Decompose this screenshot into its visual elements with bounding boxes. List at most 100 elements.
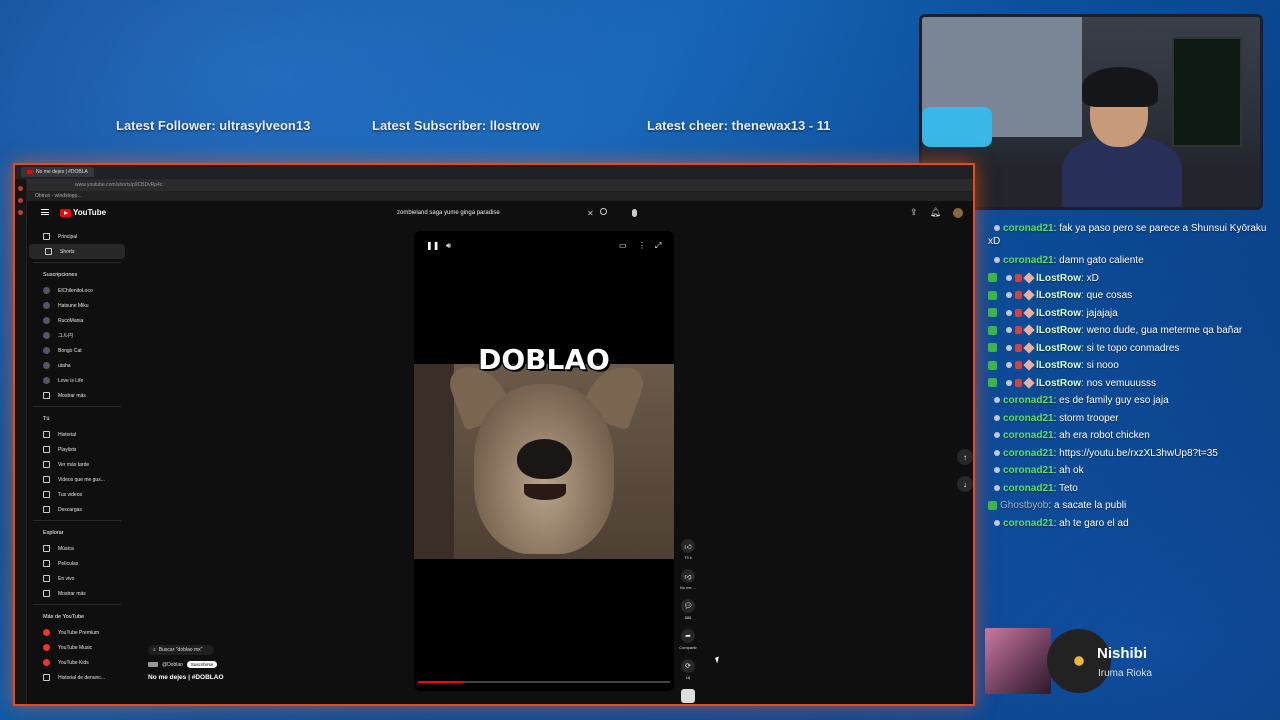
sidebar-item-subscription[interactable]: Bongo Cat [27, 343, 127, 358]
chat-username[interactable]: lLostRow [1036, 360, 1081, 371]
sidebar-section-explore[interactable]: Explorar [27, 525, 127, 541]
remix-icon[interactable]: ⟳ [681, 659, 695, 673]
channel-name[interactable]: @Doblao [162, 662, 183, 668]
chat-username[interactable]: coronad21 [1003, 448, 1054, 459]
sidebar-app-icon[interactable] [18, 210, 23, 215]
menu-icon[interactable] [41, 209, 49, 215]
sidebar-item-you[interactable]: Videos que me gus... [27, 472, 127, 487]
sidebar-item-you[interactable]: Descargas [27, 502, 127, 517]
microphone-icon[interactable] [632, 209, 637, 217]
chat-username[interactable]: lLostRow [1036, 290, 1081, 301]
chat-username[interactable]: coronad21 [1003, 255, 1054, 266]
sidebar-item-more[interactable]: YouTube Premium [27, 625, 127, 640]
sidebar-item-more[interactable]: Historial de denunc... [27, 670, 127, 685]
share-icon[interactable]: ➦ [681, 629, 695, 643]
verified-badge-icon [988, 343, 997, 353]
sidebar-item-subscription[interactable]: ユル円 [27, 328, 127, 343]
sound-thumbnail[interactable] [681, 689, 695, 703]
verified-badge-icon [988, 308, 997, 318]
sidebar-item-explore[interactable]: Mostrar más [27, 586, 127, 601]
fullscreen-icon[interactable]: ⤢ [655, 241, 661, 251]
captions-icon[interactable]: ▭ [619, 241, 627, 250]
sidebar-item-more[interactable]: YouTube Kids [27, 655, 127, 670]
more-options-icon[interactable]: ⋮ [638, 241, 646, 250]
sidebar-item-you[interactable]: Tus videos [27, 487, 127, 502]
sidebar-item-explore[interactable]: Películas [27, 556, 127, 571]
chat-username[interactable]: lLostRow [1036, 308, 1081, 319]
volume-icon[interactable]: 🔊︎ [446, 241, 451, 251]
search-icon[interactable] [600, 208, 607, 215]
channel-avatar[interactable] [148, 662, 158, 667]
pause-icon[interactable]: ❚❚ [426, 241, 439, 250]
notifications-icon[interactable]: 🔔︎ [930, 207, 941, 218]
subscribe-button[interactable]: Suscribirse [186, 661, 218, 668]
sidebar-item-subscription[interactable]: utaha [27, 358, 127, 373]
chat-username[interactable]: coronad21 [1003, 518, 1054, 529]
chat-text: https://youtu.be/rxzXL3hwUp8?t=35 [1059, 447, 1218, 459]
sidebar-section-you[interactable]: Tú [27, 411, 127, 427]
sidebar-item-you[interactable]: Ver más tarde [27, 457, 127, 472]
avatar[interactable] [953, 207, 963, 218]
chat-badge-icon [994, 397, 1000, 404]
sidebar-item-subscription[interactable]: ElChilenitoLoco [27, 283, 127, 298]
comments-icon[interactable]: 💬︎ [681, 599, 695, 613]
chat-username[interactable]: lLostRow [1036, 343, 1081, 354]
sidebar-item-subscription[interactable]: Hatsune Miku [27, 298, 127, 313]
next-short-icon[interactable]: ↓ [957, 476, 973, 492]
chat-username[interactable]: coronad21 [1003, 465, 1054, 476]
chat-username[interactable]: lLostRow [1036, 325, 1081, 336]
sidebar-item-1[interactable]: Shorts [29, 244, 125, 259]
like-icon[interactable]: 👍︎ [681, 539, 695, 553]
sidebar-item-you[interactable]: Playlists [27, 442, 127, 457]
video-progress-bar[interactable] [418, 681, 670, 683]
browser-tab[interactable]: No me dejes | #DOBLA [21, 167, 94, 177]
previous-short-icon[interactable]: ↑ [957, 449, 973, 465]
sidebar-app-icon[interactable] [18, 198, 23, 203]
chat-message: coronad21: ah era robot chicken [988, 427, 1268, 445]
chat-username[interactable]: coronad21 [1003, 413, 1054, 424]
shorts-player[interactable]: ❚❚ 🔊︎ ▭ ⋮ ⤢ DOBLAO [414, 231, 674, 691]
search-input[interactable]: zombieland saga yume ginga paradise ✕ [397, 207, 607, 219]
guitar-badge-icon [1015, 291, 1022, 300]
chat-username[interactable]: coronad21 [1003, 483, 1054, 494]
diamond-badge-icon [1023, 307, 1035, 319]
upload-icon[interactable]: ⇪ [910, 207, 918, 218]
chat-text: damn gato caliente [1059, 255, 1144, 266]
chat-username[interactable]: Ghostbyob [1000, 500, 1048, 511]
chat-username[interactable]: coronad21 [1003, 395, 1054, 406]
sidebar-subscription-icon [43, 302, 50, 309]
chat-username[interactable]: lLostRow [1036, 378, 1081, 389]
sidebar-item-subscription[interactable]: Love is Life [27, 373, 127, 388]
bookmark-item[interactable]: Obtrun - windstopp... [35, 193, 81, 199]
chat-badge-icon [994, 484, 1000, 491]
sidebar-item-subscription[interactable]: Mostrar más [27, 388, 127, 403]
sidebar-item-explore[interactable]: Música [27, 541, 127, 556]
sidebar-item-0[interactable]: Principal [27, 229, 127, 244]
chat-username[interactable]: coronad21 [1003, 223, 1054, 234]
dislike-icon[interactable]: 👎︎ [681, 569, 695, 583]
sidebar-section-more[interactable]: Más de YouTube [27, 609, 127, 625]
sidebar-you-icon [43, 476, 50, 483]
shorts-navigation: ↑ ↓ [957, 449, 973, 503]
chat-panel: coronad21: fak ya paso pero se parece a … [988, 222, 1268, 532]
chat-text: weno dude, gua meterme qa bañar [1086, 325, 1243, 336]
youtube-logo[interactable]: YouTube [60, 208, 106, 217]
album-cover [985, 628, 1051, 694]
chat-username[interactable]: lLostRow [1036, 273, 1081, 284]
sidebar-section-subscriptions[interactable]: Suscripciones [27, 267, 127, 283]
sidebar-item-you[interactable]: Historial [27, 427, 127, 442]
sidebar-more-icon [43, 659, 50, 666]
search-chip[interactable]: ⌕ Buscar "doblao mx" [148, 645, 214, 655]
sidebar-item-more[interactable]: YouTube Music [27, 640, 127, 655]
opera-icon[interactable] [18, 186, 23, 191]
sidebar-item-subscription[interactable]: RucoMania [27, 313, 127, 328]
sidebar-item-explore[interactable]: En vivo [27, 571, 127, 586]
chat-username[interactable]: coronad21 [1003, 430, 1054, 441]
dislike-label: No me ... [679, 585, 697, 590]
song-artist: Iruma Rioka [1098, 668, 1152, 679]
chat-badge-icon [1006, 309, 1012, 316]
share-label: Compartir [679, 645, 697, 650]
clear-search-icon[interactable]: ✕ [587, 209, 594, 218]
comment-count: 886 [684, 615, 692, 620]
address-bar[interactable]: www.youtube.com/shorts/p9CBDvRp4c [15, 179, 973, 191]
